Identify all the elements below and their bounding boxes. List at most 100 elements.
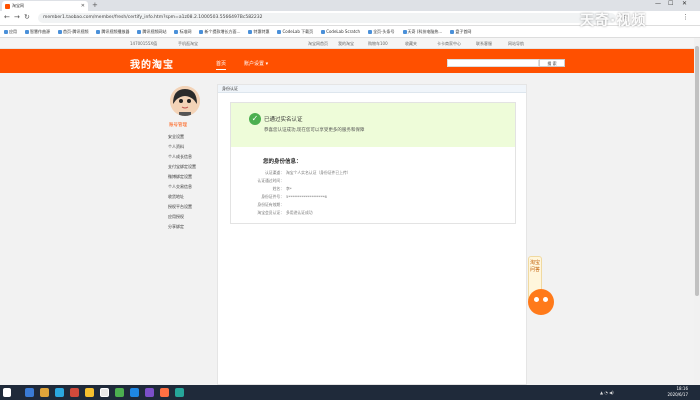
topbar-link[interactable]: 联系客服: [476, 41, 492, 47]
tab-title: 淘宝网: [12, 3, 24, 8]
bookmark-icon: [277, 29, 282, 34]
bookmark-item[interactable]: 首页-腾讯视频: [58, 29, 88, 35]
bookmark-item[interactable]: 特惠特惠: [248, 29, 269, 35]
info-label: 认证渠道：: [265, 170, 284, 175]
site-topbar: 14700155X值 手机逛淘宝 淘宝网首页 我的淘宝 购物车100 收藏夹 卡…: [0, 38, 700, 49]
taskbar-app-icon[interactable]: [55, 388, 64, 397]
forward-icon[interactable]: →: [14, 13, 20, 21]
close-tab-icon[interactable]: ✕: [81, 3, 85, 9]
success-subtitle: 恭喜您认证成功,现在您可以享受更多的服务和保障: [264, 128, 365, 133]
success-title: 已通过实名认证: [264, 117, 303, 123]
bookmark-item[interactable]: 智慧作曲源: [25, 29, 50, 35]
sidebar-item-trade[interactable]: 个人交易信息: [168, 184, 192, 190]
maximize-icon[interactable]: ☐: [668, 0, 673, 7]
nav-account-settings[interactable]: 账户设置 ▾: [244, 60, 268, 67]
info-label: 姓名：: [272, 186, 284, 191]
windows-start-icon[interactable]: [3, 388, 11, 397]
topbar-link[interactable]: 淘宝网首页: [308, 41, 328, 47]
info-label: 认证通过时间：: [257, 178, 284, 183]
bookmark-icon: [174, 29, 179, 34]
account-username[interactable]: 账号管理: [169, 122, 187, 128]
identity-info-title: 您的身份信息：: [263, 159, 302, 165]
bookmark-icon: [199, 29, 204, 34]
success-banner: [231, 103, 515, 147]
topbar-link[interactable]: 卡卡商家中心: [437, 41, 461, 47]
bookmark-item[interactable]: 新个提款增长方面…: [199, 29, 240, 35]
taskbar-app-icon[interactable]: [145, 388, 154, 397]
topbar-link[interactable]: 收藏夹: [405, 41, 417, 47]
avatar[interactable]: [170, 86, 200, 116]
bookmark-icon: [450, 29, 455, 34]
check-icon: ✓: [249, 113, 261, 125]
nav-home[interactable]: 首页: [216, 60, 227, 70]
bookmark-icon: [25, 29, 29, 34]
sidebar-item-address[interactable]: 收货地址: [168, 194, 184, 200]
bookmark-item[interactable]: 应用: [4, 29, 17, 35]
taskbar-app-icon[interactable]: [175, 388, 184, 397]
user-link[interactable]: 14700155X值: [130, 41, 157, 47]
taskbar-app-icon[interactable]: [115, 388, 124, 397]
bookmark-icon: [4, 29, 8, 34]
topbar-link[interactable]: 购物车100: [368, 41, 388, 47]
bookmark-icon: [137, 29, 142, 34]
mascot-eye: [543, 297, 548, 302]
info-label: 淘宝会员认证：: [257, 210, 284, 215]
site-header: [0, 49, 700, 73]
search-input[interactable]: [447, 59, 539, 67]
taobao-favicon-icon: [5, 3, 10, 9]
bookmark-icon: [248, 29, 253, 34]
sidebar-item-security[interactable]: 安全设置: [168, 134, 184, 140]
bookmark-item[interactable]: 腾讯视频网站: [137, 29, 166, 35]
info-label: 身份证有效期：: [257, 202, 284, 207]
sidebar-item-alipay[interactable]: 支付宝绑定设置: [168, 164, 196, 170]
sidebar-item-growth[interactable]: 个人成长信息: [168, 154, 192, 160]
chrome-taskbar-icon[interactable]: [100, 388, 109, 397]
mascot-eye: [534, 297, 539, 302]
taskbar-app-icon[interactable]: [70, 388, 79, 397]
taskbar-app-icon[interactable]: [25, 388, 34, 397]
info-value: 多用途认证成功: [286, 210, 313, 215]
back-icon[interactable]: ←: [4, 13, 10, 21]
my-taobao-logo[interactable]: 我的淘宝: [130, 56, 174, 71]
bookmark-item[interactable]: 天奇 (科技电脑热…: [402, 29, 442, 35]
mobile-link[interactable]: 手机逛淘宝: [178, 41, 198, 47]
bookmark-icon: [368, 29, 373, 34]
sidebar-item-app-auth[interactable]: 应用授权: [168, 214, 184, 220]
taskbar-app-icon[interactable]: [40, 388, 49, 397]
bookmark-item[interactable]: CodeLab Scratch: [321, 29, 360, 34]
taskbar-app-icon[interactable]: [160, 388, 169, 397]
taskbar-app-icon[interactable]: [85, 388, 94, 397]
url-field[interactable]: member1.taobao.com/member/fresh/certify_…: [38, 13, 616, 23]
topbar-link[interactable]: 网站导航: [508, 41, 524, 47]
sidebar-item-profile[interactable]: 个人资料: [168, 144, 184, 150]
bookmark-item[interactable]: CodeLab 下载页: [277, 29, 313, 35]
window-close-icon[interactable]: ✕: [682, 0, 687, 7]
bookmark-icon: [96, 29, 101, 34]
clock[interactable]: 18:16 2020/6/17: [667, 386, 688, 398]
bookmark-icon: [58, 29, 62, 34]
scrollbar-thumb[interactable]: [695, 46, 699, 296]
bookmark-item[interactable]: 全页-头条号: [368, 29, 395, 35]
menu-icon[interactable]: ⋮: [682, 13, 689, 21]
browser-tab[interactable]: 淘宝网 ✕: [2, 1, 88, 11]
sidebar-item-share[interactable]: 分享绑定: [168, 224, 184, 230]
bookmark-icon: [321, 29, 326, 34]
watermark-logo: 天奇·视频: [580, 13, 647, 29]
info-value: 淘宝个人实名认证（身份证件已上传）: [286, 170, 351, 175]
panel-title: 身份认证: [218, 85, 526, 93]
info-value: 5*******************6: [286, 194, 327, 199]
info-value: 李*: [286, 186, 292, 191]
taskbar-app-icon[interactable]: [130, 388, 139, 397]
bookmark-item[interactable]: 盘子首网: [450, 29, 471, 35]
sidebar-item-weibo[interactable]: 微博绑定设置: [168, 174, 192, 180]
mascot-icon[interactable]: [528, 289, 554, 315]
search-button[interactable]: 搜 索: [539, 59, 565, 67]
new-tab-button[interactable]: +: [92, 1, 98, 9]
sidebar-item-auth-platform[interactable]: 授权平台设置: [168, 204, 192, 210]
reload-icon[interactable]: ↻: [24, 13, 30, 21]
tray-icons[interactable]: ▲ ◔ ◀): [600, 390, 614, 395]
bookmark-item[interactable]: 标准网: [174, 29, 191, 35]
minimize-icon[interactable]: —: [655, 0, 661, 7]
topbar-link[interactable]: 我的淘宝: [338, 41, 354, 47]
bookmark-item[interactable]: 腾讯视频播放器: [96, 29, 129, 35]
